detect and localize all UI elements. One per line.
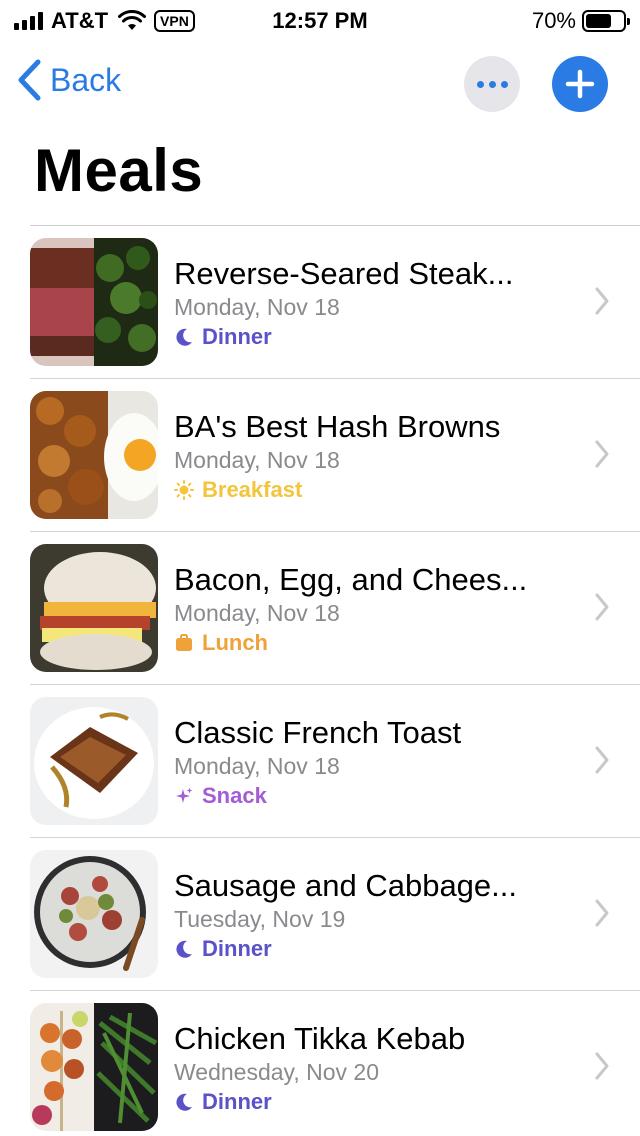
meal-row[interactable]: Sausage and Cabbage... Tuesday, Nov 19 D… (30, 838, 640, 991)
meal-list: Reverse-Seared Steak... Monday, Nov 18 D… (0, 226, 640, 1136)
chevron-right-icon (595, 440, 609, 468)
meal-row[interactable]: Bacon, Egg, and Chees... Monday, Nov 18 … (30, 532, 640, 685)
meal-thumbnail (30, 697, 158, 825)
wifi-icon (118, 10, 147, 30)
meal-date: Wednesday, Nov 20 (174, 1059, 379, 1085)
moon-icon (176, 328, 192, 346)
battery-percent: 70% (531, 8, 576, 33)
battery-icon (582, 10, 630, 32)
page-title: Meals (34, 137, 204, 204)
meal-type: Dinner (174, 1089, 272, 1115)
ellipsis-icon (476, 80, 484, 88)
meal-thumbnail (30, 391, 158, 519)
back-label: Back (50, 61, 122, 98)
meal-type-label: Lunch (202, 630, 268, 655)
meal-type-label: Snack (202, 783, 267, 808)
meal-date: Monday, Nov 18 (174, 753, 340, 779)
meal-type-label: Dinner (202, 1089, 272, 1114)
meal-date: Monday, Nov 18 (174, 294, 340, 320)
lunchbox-icon (176, 634, 192, 651)
navigation-bar: Back (0, 52, 640, 116)
vpn-badge: VPN (154, 10, 195, 32)
meal-title: BA's Best Hash Browns (174, 409, 501, 444)
meal-thumbnail (30, 850, 158, 978)
meal-row[interactable]: Chicken Tikka Kebab Wednesday, Nov 20 Di… (30, 991, 640, 1136)
meal-type: Dinner (174, 936, 272, 962)
meal-row[interactable]: Reverse-Seared Steak... Monday, Nov 18 D… (30, 226, 640, 379)
meal-thumbnail (30, 1003, 158, 1131)
meal-thumbnail (30, 238, 158, 366)
meal-thumbnail (30, 544, 158, 672)
carrier-label: AT&T (51, 8, 109, 33)
meal-row[interactable]: BA's Best Hash Browns Monday, Nov 18 Bre… (30, 379, 640, 532)
meal-row[interactable]: Classic French Toast Monday, Nov 18 Snac… (30, 685, 640, 838)
chevron-left-icon (18, 59, 41, 101)
meal-date: Monday, Nov 18 (174, 447, 340, 473)
meal-date: Tuesday, Nov 19 (174, 906, 346, 932)
chevron-right-icon (595, 899, 609, 927)
chevron-right-icon (595, 746, 609, 774)
meal-type: Lunch (174, 630, 268, 656)
meal-title: Bacon, Egg, and Chees... (174, 562, 528, 597)
more-options-button[interactable] (464, 56, 520, 112)
sun-icon (174, 480, 194, 500)
meal-title: Chicken Tikka Kebab (174, 1021, 466, 1056)
back-button[interactable]: Back (16, 58, 121, 102)
chevron-right-icon (595, 287, 609, 315)
chevron-right-icon (595, 1052, 609, 1080)
meal-type-label: Breakfast (202, 477, 303, 502)
meal-type-label: Dinner (202, 936, 272, 961)
status-bar: AT&T VPN 12:57 PM 70% (0, 0, 640, 40)
moon-icon (176, 940, 192, 958)
meal-date: Monday, Nov 18 (174, 600, 340, 626)
chevron-right-icon (595, 593, 609, 621)
meal-type: Snack (174, 783, 267, 809)
meal-title: Reverse-Seared Steak... (174, 256, 514, 291)
meal-title: Classic French Toast (174, 715, 462, 750)
meal-type-label: Dinner (202, 324, 272, 349)
cellular-signal-icon (14, 12, 43, 30)
plus-icon (565, 69, 595, 99)
meal-type: Breakfast (174, 477, 302, 503)
sparkle-icon (176, 787, 193, 803)
add-meal-button[interactable] (552, 56, 608, 112)
meal-type: Dinner (174, 324, 272, 350)
status-left: AT&T VPN (14, 8, 195, 34)
meal-title: Sausage and Cabbage... (174, 868, 517, 903)
battery-fill (586, 14, 611, 28)
moon-icon (176, 1093, 192, 1111)
status-right: 70% (531, 8, 630, 34)
